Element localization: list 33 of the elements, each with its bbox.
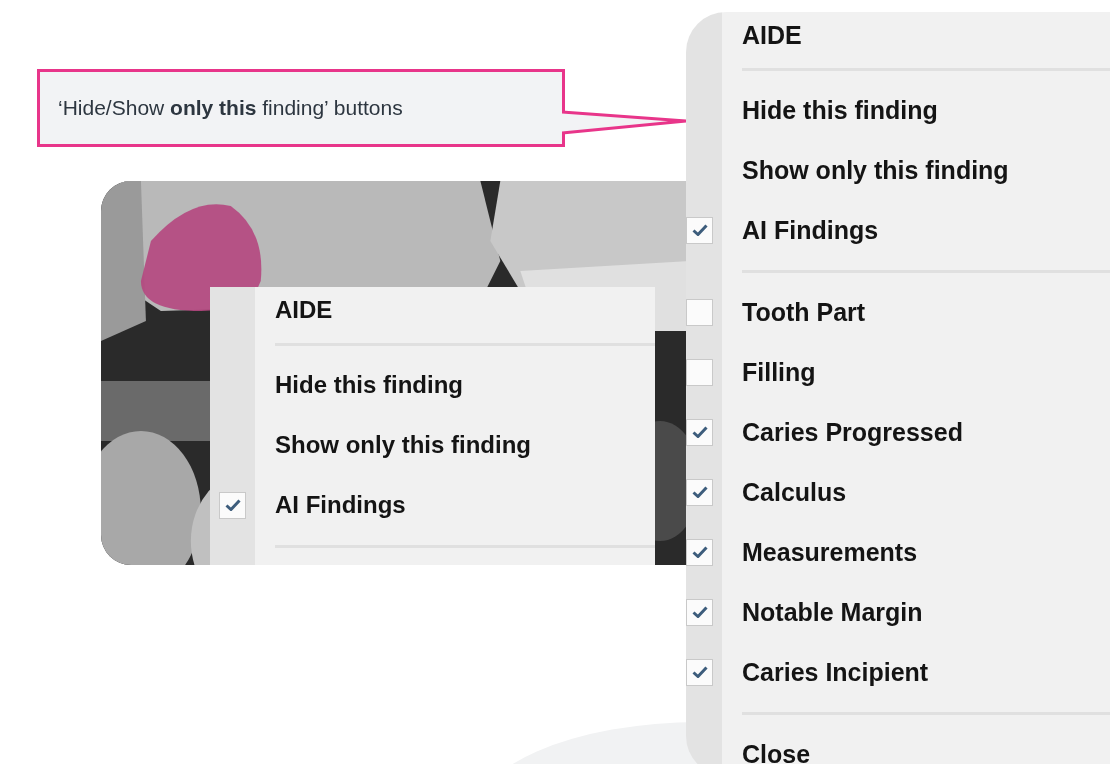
menu-item[interactable]: Tooth Part [742, 297, 866, 327]
checkbox[interactable] [219, 491, 246, 519]
menu-item[interactable]: Caries Incipient [742, 657, 929, 687]
checkbox[interactable] [686, 358, 713, 386]
checkbox[interactable] [686, 216, 713, 244]
menu-heading: AIDE [275, 296, 333, 324]
menu-item[interactable]: Show only this finding [275, 431, 531, 459]
checkmark-icon [691, 426, 708, 438]
menu-item[interactable]: Notable Margin [742, 597, 923, 627]
menu-item[interactable]: Caries Progressed [742, 417, 963, 447]
checkbox[interactable] [686, 598, 713, 626]
checkmark-icon [691, 546, 708, 558]
checkbox[interactable] [686, 538, 713, 566]
menu-item[interactable]: Filling [742, 357, 816, 387]
checkmark-icon [691, 486, 708, 498]
checkbox[interactable] [686, 658, 713, 686]
checkmark-icon [224, 499, 241, 511]
menu-item[interactable]: AI Findings [742, 215, 879, 245]
checkbox[interactable] [686, 298, 713, 326]
menu-item[interactable]: AI Findings [275, 491, 406, 519]
menu-item[interactable]: Hide this finding [742, 95, 938, 125]
menu-item[interactable]: Calculus [742, 477, 847, 507]
menu-item[interactable]: Hide this finding [275, 371, 463, 399]
menu-item[interactable]: Measurements [742, 537, 918, 567]
checkbox[interactable] [686, 418, 713, 446]
menu-item[interactable]: Show only this finding [742, 155, 1009, 185]
menu-item[interactable]: Close [742, 739, 811, 764]
checkbox[interactable] [686, 478, 713, 506]
callout-text: ‘Hide/Show only this finding’ buttons [58, 96, 403, 120]
checkmark-icon [691, 606, 708, 618]
checkmark-icon [691, 224, 708, 236]
menu-heading: AIDE [742, 20, 802, 50]
checkmark-icon [691, 666, 708, 678]
